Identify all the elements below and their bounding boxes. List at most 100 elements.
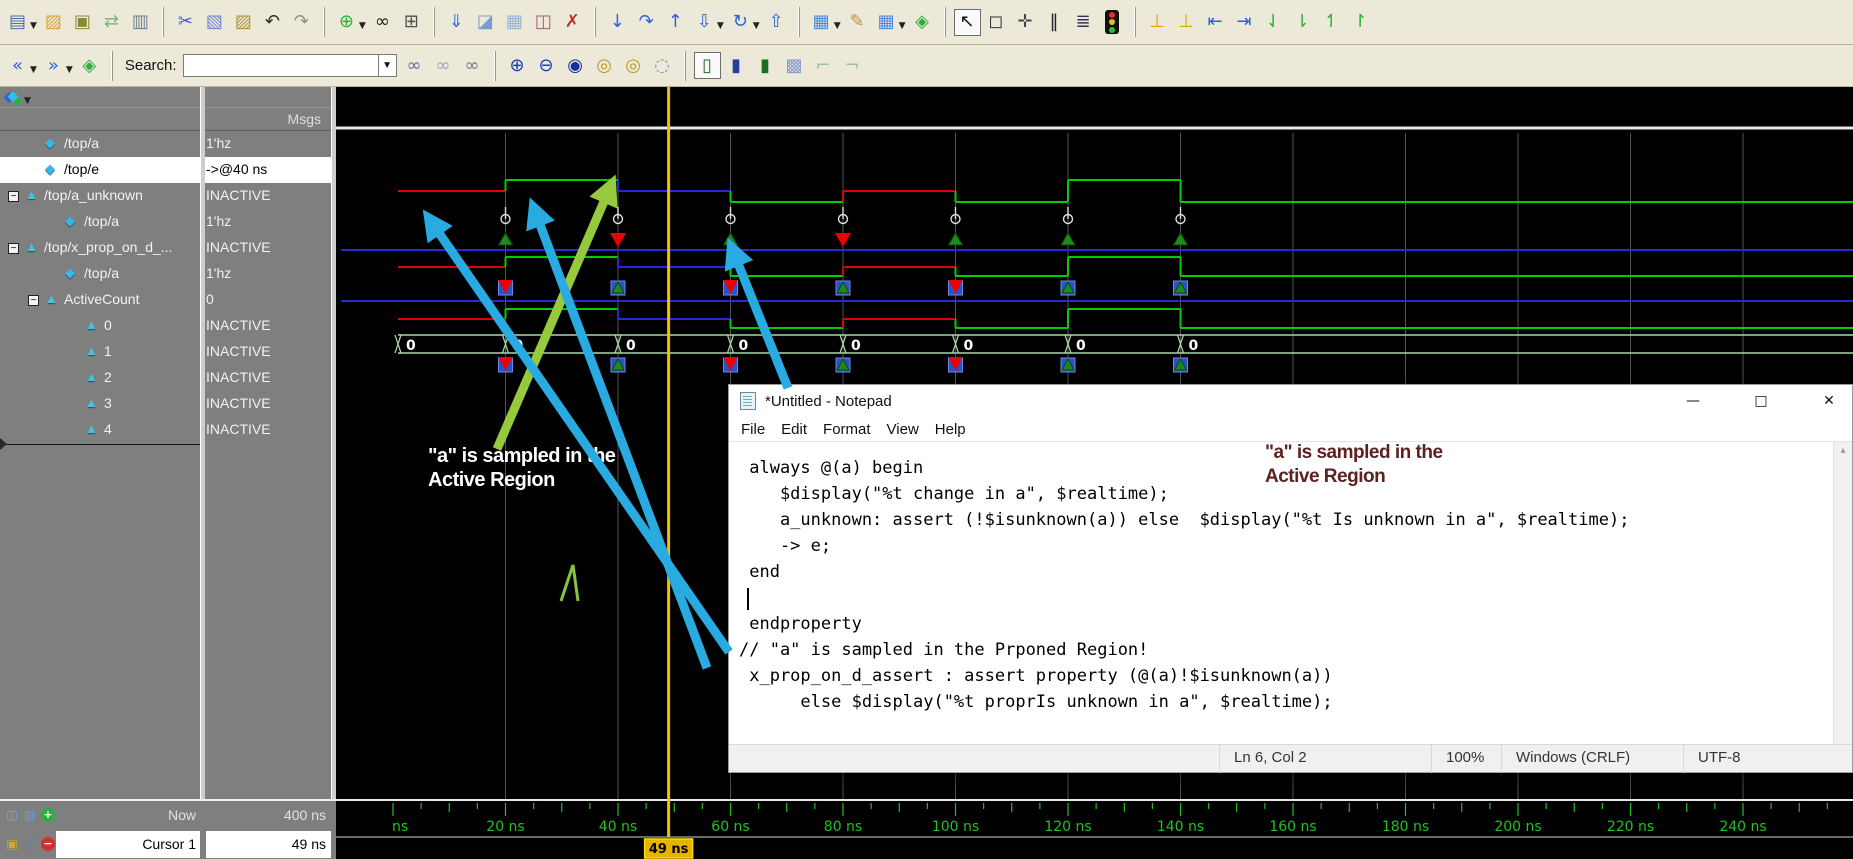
compile-all-icon[interactable]: ▦ bbox=[501, 9, 528, 36]
redo-icon[interactable]: ↷ bbox=[288, 9, 315, 36]
chevron-down-icon[interactable]: ▼ bbox=[717, 21, 724, 31]
cursor-mode-icon[interactable]: ‖ bbox=[1041, 9, 1068, 36]
minimize-button[interactable]: — bbox=[1668, 385, 1718, 417]
search-dropdown-icon[interactable]: ▼ bbox=[378, 54, 397, 77]
wave-style-blue-icon[interactable]: ▮ bbox=[723, 52, 750, 79]
wave-edit-insert-icon[interactable]: ▦ bbox=[808, 9, 835, 36]
previous-transition-icon[interactable]: ⇤ bbox=[1202, 9, 1229, 36]
cursor1-row[interactable]: ▣ ╱ − Cursor 1 49 ns bbox=[0, 830, 336, 859]
tree-row-2[interactable]: ▲ 2 INACTIVE bbox=[0, 365, 331, 391]
lock-cursor-icon[interactable]: ▣ bbox=[5, 837, 19, 851]
collapse-expander[interactable]: − bbox=[8, 243, 19, 254]
chevron-down-icon[interactable]: ▼ bbox=[753, 21, 760, 31]
tree-row--top-e[interactable]: ◆ /top/e ->@40 ns bbox=[0, 157, 331, 183]
group-signals-icon[interactable]: ◈ bbox=[76, 52, 103, 79]
bookmark-icon[interactable]: ▥ bbox=[23, 808, 37, 822]
tree-row-ActiveCount[interactable]: − ▲ ActiveCount 0 bbox=[0, 287, 331, 313]
tree-row-4[interactable]: ▲ 4 INACTIVE bbox=[0, 417, 331, 443]
wave-save-format-icon[interactable]: ▦ bbox=[873, 9, 900, 36]
find-options-icon[interactable]: ∞ bbox=[459, 52, 486, 79]
chevron-down-icon[interactable]: ▼ bbox=[359, 21, 366, 31]
previous-rising-edge-icon[interactable]: ↿ bbox=[1318, 9, 1345, 36]
chevron-down-icon[interactable]: ▼ bbox=[834, 21, 841, 31]
copy-icon[interactable]: ▧ bbox=[201, 9, 228, 36]
tree-row-0[interactable]: ▲ 0 INACTIVE bbox=[0, 313, 331, 339]
step-over-icon[interactable]: ↑ bbox=[662, 9, 689, 36]
undo-icon[interactable]: ↶ bbox=[259, 9, 286, 36]
chevron-down-icon[interactable]: ▼ bbox=[66, 65, 73, 75]
delete-compiled-icon[interactable]: ✗ bbox=[559, 9, 586, 36]
stop-sim-traffic-light-icon[interactable] bbox=[1099, 9, 1126, 36]
open-folder-icon[interactable]: ▨ bbox=[40, 9, 67, 36]
wave-filter-right-icon[interactable]: ¬ bbox=[839, 52, 866, 79]
collapse-expander[interactable]: − bbox=[8, 191, 19, 202]
pan-mode-icon[interactable]: ✛ bbox=[1012, 9, 1039, 36]
wave-window-icon[interactable]: ◆ ◆ ◆ bbox=[4, 89, 26, 106]
delete-cursor-icon[interactable]: − bbox=[41, 837, 55, 851]
collapse-all-icon[interactable]: « bbox=[4, 52, 31, 79]
collapse-expander[interactable]: − bbox=[28, 295, 39, 306]
save-icon[interactable]: ▣ bbox=[69, 9, 96, 36]
restart-sim-icon[interactable]: ↓ bbox=[604, 9, 631, 36]
wave-style-green-icon[interactable]: ▮ bbox=[752, 52, 779, 79]
select-mode-icon[interactable]: ↖ bbox=[953, 8, 981, 36]
find-next-icon[interactable]: ∞ bbox=[401, 52, 428, 79]
next-transition-icon[interactable]: ⇥ bbox=[1231, 9, 1258, 36]
edit-cursor-icon[interactable]: ╱ bbox=[23, 837, 37, 851]
zoom-range-icon[interactable]: ◌ bbox=[649, 52, 676, 79]
expand-hierarchy-icon[interactable]: ⊞ bbox=[398, 9, 425, 36]
print-icon[interactable]: ▥ bbox=[127, 9, 154, 36]
wave-export-icon[interactable]: ◈ bbox=[909, 9, 936, 36]
maximize-button[interactable]: □ bbox=[1736, 385, 1786, 417]
new-file-icon[interactable]: ▤ bbox=[4, 9, 31, 36]
chevron-down-icon[interactable]: ▼ bbox=[30, 21, 37, 31]
zoom-mode-icon[interactable]: ◻ bbox=[983, 9, 1010, 36]
add-marker-icon[interactable]: + bbox=[41, 808, 55, 822]
menu-format[interactable]: Format bbox=[815, 421, 879, 438]
run-length-icon[interactable]: ⇩ bbox=[691, 9, 718, 36]
notepad-scrollbar[interactable]: ▴ bbox=[1833, 442, 1852, 745]
menu-view[interactable]: View bbox=[879, 421, 927, 438]
run-all-icon[interactable]: ↻ bbox=[727, 9, 754, 36]
step-out-icon[interactable]: ⇧ bbox=[763, 9, 790, 36]
refresh-icon[interactable]: ⇄ bbox=[98, 9, 125, 36]
close-button[interactable]: ✕ bbox=[1804, 385, 1853, 417]
expand-all-icon[interactable]: » bbox=[40, 52, 67, 79]
wave-edit-mode-icon[interactable]: ✎ bbox=[844, 9, 871, 36]
find-previous-icon[interactable]: ∞ bbox=[430, 52, 457, 79]
zoom-between-cursors-icon[interactable]: ◎ bbox=[620, 52, 647, 79]
insert-cursor-icon[interactable]: ◫ bbox=[5, 808, 19, 822]
tree-row--top-a[interactable]: ◆ /top/a 1'hz bbox=[0, 261, 331, 287]
wave-filter-left-icon[interactable]: ⌐ bbox=[810, 52, 837, 79]
scroll-up-icon[interactable]: ▴ bbox=[1840, 445, 1845, 456]
zoom-in-on-cursor-icon[interactable]: ◎ bbox=[591, 52, 618, 79]
examine-log-icon[interactable]: ◫ bbox=[530, 9, 557, 36]
find-icon[interactable]: ∞ bbox=[369, 9, 396, 36]
tree-row-1[interactable]: ▲ 1 INACTIVE bbox=[0, 339, 331, 365]
delete-cursor-icon[interactable]: ⊥ bbox=[1173, 9, 1200, 36]
next-rising-edge-icon[interactable]: ↾ bbox=[1347, 9, 1374, 36]
search-input[interactable] bbox=[182, 54, 379, 77]
zoom-full-icon[interactable]: ◉ bbox=[562, 52, 589, 79]
compile-out-of-date-icon[interactable]: ◪ bbox=[472, 9, 499, 36]
menu-file[interactable]: File bbox=[733, 421, 773, 438]
chevron-down-icon[interactable]: ▼ bbox=[30, 65, 37, 75]
virtual-objects-icon[interactable]: ▩ bbox=[781, 52, 808, 79]
tree-row--top-a-unknown[interactable]: − ▲ /top/a_unknown INACTIVE bbox=[0, 183, 331, 209]
add-cursor-icon[interactable]: ⊥ bbox=[1144, 9, 1171, 36]
menu-edit[interactable]: Edit bbox=[773, 421, 815, 438]
cursor1-label[interactable]: Cursor 1 bbox=[142, 836, 196, 852]
add-selected-icon[interactable]: ⊕ bbox=[333, 9, 360, 36]
tree-row-3[interactable]: ▲ 3 INACTIVE bbox=[0, 391, 331, 417]
run-continue-icon[interactable]: ↷ bbox=[633, 9, 660, 36]
cut-icon[interactable]: ✂ bbox=[172, 9, 199, 36]
menu-help[interactable]: Help bbox=[927, 421, 974, 438]
tree-row--top-a[interactable]: ◆ /top/a 1'hz bbox=[0, 131, 331, 157]
chevron-down-icon[interactable]: ▼ bbox=[899, 21, 906, 31]
next-falling-edge-icon[interactable]: ⇂ bbox=[1289, 9, 1316, 36]
show-cursor-line-icon[interactable]: ▯ bbox=[693, 52, 721, 79]
compile-icon[interactable]: ⇓ bbox=[443, 9, 470, 36]
panel-column-header[interactable]: Msgs bbox=[0, 108, 331, 131]
previous-falling-edge-icon[interactable]: ⇃ bbox=[1260, 9, 1287, 36]
tree-row--top-a[interactable]: ◆ /top/a 1'hz bbox=[0, 209, 331, 235]
